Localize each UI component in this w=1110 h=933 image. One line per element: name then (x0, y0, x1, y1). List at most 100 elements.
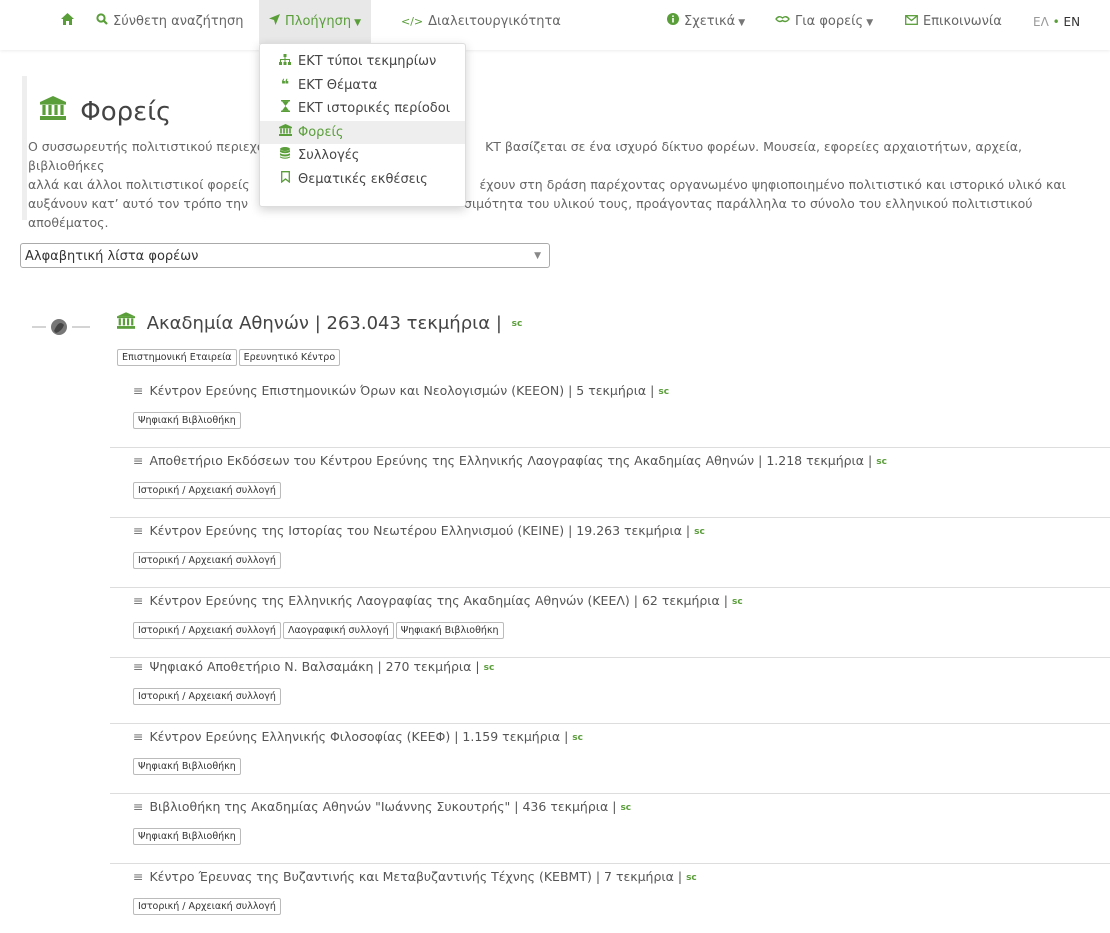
provider-tag[interactable]: Ερευνητικό Κέντρο (238, 349, 341, 366)
menu-item-subjects[interactable]: ❝ ΕΚΤ Θέματα (260, 74, 465, 97)
collection-item: ≡ Κέντρο Έρευνας της Βυζαντινής και Μεταβ… (110, 863, 1110, 933)
database-icon: ≡ (133, 593, 144, 608)
contact-label: Επικοινωνία (923, 14, 1002, 29)
collection-name: Κέντρον Ερεύνης Επιστημονικών Όρων και Ν… (149, 383, 565, 398)
collection-title[interactable]: ≡ Κέντρον Ερεύνης Επιστημονικών Όρων και … (133, 383, 669, 398)
collection-count: | 436 τεκμήρια | (514, 799, 617, 814)
collection-tag[interactable]: Ψηφιακή Βιβλιοθήκη (133, 758, 241, 775)
collection-name: Κέντρον Ερεύνης της Ελληνικής Λαογραφίας… (149, 593, 630, 608)
intro-text: αποθέματος. (28, 215, 109, 230)
lang-en[interactable]: EN (1064, 15, 1081, 29)
collection-count: | 270 τεκμήρια | (377, 659, 480, 674)
collection-tag[interactable]: Λαογραφική συλλογή (282, 622, 394, 639)
page-title-text: Φορείς (80, 97, 172, 127)
collection-title[interactable]: ≡ Κέντρο Έρευνας της Βυζαντινής και Μεταβ… (133, 869, 697, 884)
provider-tag[interactable]: Επιστημονική Εταιρεία (117, 349, 237, 366)
collection-name: Αποθετήριο Εκδόσεων του Κέντρου Ερεύνης … (149, 453, 755, 468)
collection-count: | 7 τεκμήρια | (595, 869, 683, 884)
collection-title[interactable]: ≡ Κέντρον Ερεύνης της Ιστορίας του Νεωτέρ… (133, 523, 705, 538)
interoperability-label: Διαλειτουργικότητα (428, 14, 561, 29)
collection-title[interactable]: ≡ Αποθετήριο Εκδόσεων του Κέντρου Ερεύνης… (133, 453, 887, 468)
caret-down-icon: ▼ (738, 18, 746, 28)
provider-name: Ακαδημία Αθηνών (146, 313, 309, 334)
provider-count: | 263.043 τεκμήρια | (314, 313, 502, 334)
about-menu-toggle[interactable]: Σχετικά ▼ (667, 0, 745, 44)
collection-tag[interactable]: Ιστορική / Αρχειακή συλλογή (133, 898, 281, 915)
sc-badge[interactable]: sc (732, 597, 743, 607)
handshake-icon (775, 0, 790, 44)
collection-name: Κέντρο Έρευνας της Βυζαντινής και Μεταβυ… (149, 869, 592, 884)
collection-tag[interactable]: Ιστορική / Αρχειακή συλλογή (133, 688, 281, 705)
search-icon (96, 0, 108, 44)
collection-item: ≡ Αποθετήριο Εκδόσεων του Κέντρου Ερεύνης… (110, 447, 1110, 518)
intro-text: έχουν στη δράση παρέχοντας οργανωμένο ψη… (479, 177, 1066, 192)
contact-link[interactable]: Επικοινωνία (905, 0, 1002, 44)
sc-badge[interactable]: sc (484, 663, 495, 673)
browse-dropdown-menu: ΕΚΤ τύποι τεκμηρίων ❝ ΕΚΤ Θέματα ΕΚΤ ιστο… (259, 43, 466, 207)
sc-badge[interactable]: sc (512, 319, 523, 329)
academy-logo (32, 315, 90, 339)
caret-down-icon: ▼ (534, 251, 541, 261)
collection-tags: Ιστορική / Αρχειακή συλλογή (133, 894, 283, 915)
collection-tag[interactable]: Ιστορική / Αρχειακή συλλογή (133, 482, 281, 499)
collection-tag[interactable]: Ψηφιακή Βιβλιοθήκη (133, 828, 241, 845)
collection-tags: Ιστορική / Αρχειακή συλλογή (133, 478, 283, 499)
menu-item-document-types[interactable]: ΕΚΤ τύποι τεκμηρίων (260, 50, 465, 73)
menu-label: ΕΚΤ Θέματα (298, 78, 378, 93)
collection-count: | 19.263 τεκμήρια | (568, 523, 691, 538)
menu-item-collections[interactable]: Συλλογές (260, 144, 465, 167)
provider-heading[interactable]: Ακαδημία Αθηνών | 263.043 τεκμήρια | sc (117, 312, 522, 334)
collection-title[interactable]: ≡ Ψηφιακό Αποθετήριο Ν. Βαλσαμάκη | 270 τ… (133, 659, 494, 674)
collection-tags: Ψηφιακή Βιβλιοθήκη (133, 754, 243, 775)
collection-count: | 1.218 τεκμήρια | (758, 453, 873, 468)
sc-badge[interactable]: sc (686, 873, 697, 883)
code-icon: </> (401, 15, 424, 28)
sc-badge[interactable]: sc (694, 527, 705, 537)
menu-item-historical-periods[interactable]: ΕΚΤ ιστορικές περίοδοι (260, 97, 465, 120)
interoperability-link[interactable]: </> Διαλειτουργικότητα (401, 0, 561, 44)
alphabetical-list-select[interactable]: Αλφαβητική λίστα φορέων ▼ (20, 243, 550, 268)
collection-title[interactable]: ≡ Βιβλιοθήκη της Ακαδημίας Αθηνών "Ιωάννη… (133, 799, 631, 814)
advanced-search-label: Σύνθετη αναζήτηση (113, 14, 244, 29)
database-icon: ≡ (133, 383, 144, 398)
intro-paragraph: Ο συσσωρευτής πολιτιστικού περιεχομένου Κ… (28, 137, 1088, 232)
collection-item: ≡ Βιβλιοθήκη της Ακαδημίας Αθηνών "Ιωάννη… (110, 793, 1110, 864)
menu-item-exhibitions[interactable]: Θεματικές εκθέσεις (260, 168, 465, 191)
menu-label: ΕΚΤ ιστορικές περίοδοι (298, 101, 451, 116)
collection-item: ≡ Κέντρον Ερεύνης της Ιστορίας του Νεωτέρ… (110, 517, 1110, 588)
sc-badge[interactable]: sc (876, 457, 887, 467)
envelope-icon (905, 0, 918, 44)
collection-item: ≡ Κέντρον Ερεύνης Επιστημονικών Όρων και … (110, 377, 1110, 448)
collection-tag[interactable]: Ψηφιακή Βιβλιοθήκη (395, 622, 504, 639)
provider-tags: Επιστημονική Εταιρεία Ερευνητικό Κέντρο (117, 345, 342, 366)
database-icon: ≡ (133, 799, 144, 814)
menu-label: ΕΚΤ τύποι τεκμηρίων (298, 54, 437, 69)
database-icon: ≡ (133, 659, 144, 674)
collection-title[interactable]: ≡ Κέντρον Ερεύνης Ελληνικής Φιλοσοφίας (Κ… (133, 729, 583, 744)
database-icon: ≡ (133, 453, 144, 468)
caret-down-icon: ▼ (866, 18, 874, 28)
home-link[interactable] (61, 0, 79, 44)
sc-badge[interactable]: sc (658, 387, 669, 397)
collection-tags: Ψηφιακή Βιβλιοθήκη (133, 408, 243, 429)
sc-badge[interactable]: sc (572, 733, 583, 743)
collection-tags: Ιστορική / Αρχειακή συλλογή (133, 684, 283, 705)
database-icon: ≡ (133, 869, 144, 884)
collection-tag[interactable]: Ψηφιακή Βιβλιοθήκη (133, 412, 241, 429)
collection-tag[interactable]: Ιστορική / Αρχειακή συλλογή (133, 552, 281, 569)
collection-count: | 1.159 τεκμήρια | (454, 729, 569, 744)
collection-title[interactable]: ≡ Κέντρον Ερεύνης της Ελληνικής Λαογραφία… (133, 593, 743, 608)
sc-badge[interactable]: sc (620, 803, 631, 813)
lang-el[interactable]: ΕΛ (1033, 15, 1049, 29)
menu-item-providers[interactable]: Φορείς (260, 121, 465, 144)
providers-menu-toggle[interactable]: Για φορείς ▼ (775, 0, 873, 44)
collection-tags: Ιστορική / Αρχειακή συλλογή Λαογραφική συ… (133, 618, 506, 639)
collection-name: Κέντρον Ερεύνης της Ιστορίας του Νεωτέρο… (149, 523, 565, 538)
intro-text: αλλά και άλλοι πολιτιστικοί φορείς (28, 177, 250, 192)
collection-tag[interactable]: Ιστορική / Αρχειακή συλλογή (133, 622, 281, 639)
database-icon (277, 144, 293, 167)
browse-menu-toggle[interactable]: Πλοήγηση ▼ (259, 0, 371, 44)
collection-tags: Ψηφιακή Βιβλιοθήκη (133, 824, 243, 845)
advanced-search-link[interactable]: Σύνθετη αναζήτηση (96, 0, 243, 44)
location-arrow-icon (269, 0, 280, 44)
